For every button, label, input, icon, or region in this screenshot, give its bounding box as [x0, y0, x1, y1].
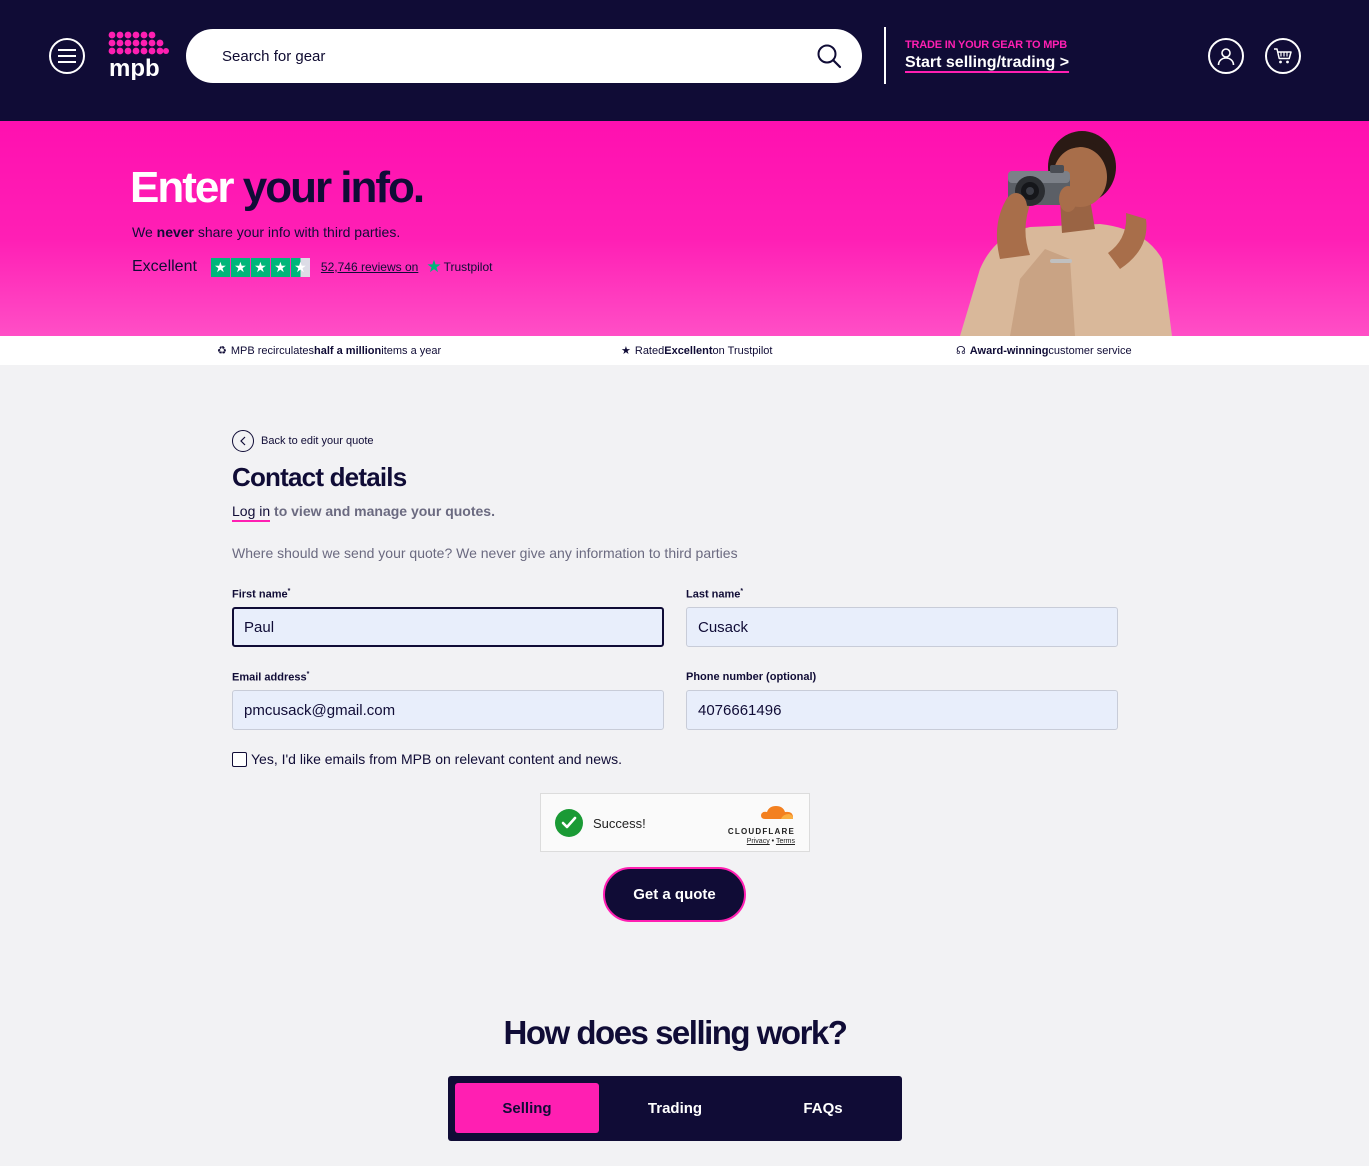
first-name-label-text: First name — [232, 588, 288, 601]
hero-title-dark: your info. — [242, 163, 425, 212]
marketing-checkbox-label[interactable]: Yes, I'd like emails from MPB on relevan… — [251, 751, 622, 767]
star-icon: ★ — [621, 345, 631, 357]
strip-text-bold: half a million — [314, 344, 382, 357]
hero-sub-emphasis: never — [156, 224, 194, 240]
strip-text: on Trustpilot — [712, 344, 773, 357]
strip-text-bold: Award-winning — [969, 344, 1049, 357]
trustpilot-widget[interactable]: Excellent ★ ★ ★ ★ ★ 52,746 reviews on ★ T… — [132, 255, 492, 279]
last-name-field[interactable] — [686, 607, 1118, 647]
tab-selling[interactable]: Selling — [455, 1083, 599, 1133]
last-name-label: Last name* — [686, 588, 743, 601]
phone-field[interactable] — [686, 690, 1118, 730]
last-name-label-text: Last name — [686, 588, 741, 601]
recycle-icon: ♻ — [217, 345, 227, 357]
strip-text-bold: Excellent — [664, 344, 713, 357]
search-bar — [186, 29, 862, 83]
strip-item-trustpilot: ★ Rated Excellent on Trustpilot — [621, 344, 773, 358]
strip-text: items a year — [381, 344, 442, 357]
marketing-opt-in: Yes, I'd like emails from MPB on relevan… — [232, 751, 622, 767]
strip-item-recirculation: ♻ MPB recirculates half a million items a… — [217, 344, 442, 358]
trustpilot-stars: ★ ★ ★ ★ ★ — [210, 257, 311, 277]
form-intro: Where should we send your quote? We neve… — [232, 545, 738, 561]
cloudflare-captcha: Success! CLOUDFLARE Privacy • Terms — [540, 793, 810, 852]
cart-button[interactable] — [1265, 38, 1301, 74]
tab-faqs[interactable]: FAQs — [751, 1083, 895, 1133]
header-divider — [884, 27, 886, 84]
strip-text: MPB recirculates — [230, 344, 315, 357]
benefits-strip: ♻ MPB recirculates half a million items a… — [0, 336, 1369, 365]
trustpilot-brand: Trustpilot — [443, 260, 493, 274]
cloud-icon — [761, 806, 793, 819]
search-input[interactable] — [222, 29, 802, 83]
success-check-icon — [555, 809, 583, 837]
strip-item-service: ☊ Award-winning customer service — [956, 344, 1132, 358]
required-mark: * — [306, 671, 310, 678]
tab-trading[interactable]: Trading — [603, 1083, 747, 1133]
link-separator: • — [771, 838, 775, 845]
trustpilot-logo: ★ Trustpilot — [426, 257, 492, 277]
star-icon: ★ — [210, 257, 230, 277]
hero-subtitle: We never share your info with third part… — [132, 224, 400, 240]
captcha-links: Privacy • Terms — [725, 838, 795, 845]
hero-sub-text-end: share your info with third parties. — [194, 224, 401, 240]
first-name-field[interactable] — [232, 607, 664, 647]
captcha-status: Success! — [593, 816, 646, 831]
star-icon: ★ — [250, 257, 270, 277]
start-selling-link[interactable]: Start selling/trading > — [905, 54, 1069, 72]
terms-link[interactable]: Terms — [776, 838, 795, 845]
cloudflare-brand: CLOUDFLARE — [727, 827, 795, 836]
first-name-label: First name* — [232, 588, 290, 601]
back-to-quote-link[interactable]: Back to edit your quote — [232, 430, 374, 452]
how-selling-works-title: How does selling work? — [503, 1014, 848, 1051]
account-button[interactable] — [1208, 38, 1244, 74]
required-mark: * — [287, 588, 291, 595]
email-label: Email address* — [232, 671, 309, 684]
trustpilot-rating-label: Excellent — [132, 258, 197, 275]
login-prompt: Log in to view and manage your quotes. — [232, 503, 495, 522]
trustpilot-reviews-link[interactable]: 52,746 reviews on — [321, 260, 418, 274]
menu-button[interactable] — [49, 38, 85, 74]
strip-text: customer service — [1048, 344, 1132, 357]
email-field[interactable] — [232, 690, 664, 730]
contact-details-title: Contact details — [232, 462, 407, 492]
mpb-logo-mark: mpb — [108, 31, 169, 82]
search-icon[interactable] — [816, 43, 842, 69]
email-label-text: Email address — [232, 671, 307, 684]
half-star-icon: ★ — [290, 257, 310, 277]
trustpilot-star-icon: ★ — [426, 257, 442, 276]
chevron-left-icon — [232, 430, 254, 452]
privacy-link[interactable]: Privacy — [747, 838, 770, 845]
back-label: Back to edit your quote — [261, 435, 374, 447]
login-link[interactable]: Log in — [232, 503, 271, 522]
star-icon: ★ — [230, 257, 250, 277]
top-navigation-bar: mpb TRADE IN YOUR GEAR TO MPB Start sell… — [0, 0, 1369, 121]
phone-label: Phone number (optional) — [686, 671, 817, 683]
trade-in-kicker: TRADE IN YOUR GEAR TO MPB — [905, 39, 1068, 51]
mpb-logo[interactable]: mpb — [108, 30, 170, 82]
marketing-checkbox[interactable] — [232, 751, 247, 767]
strip-text: Rated — [634, 344, 665, 357]
user-icon — [1217, 48, 1235, 66]
headset-icon: ☊ — [956, 345, 966, 357]
login-prompt-text: to view and manage your quotes. — [270, 503, 495, 519]
hero-title-white: Enter — [130, 163, 234, 212]
hero-banner: Enter your info. We never share your inf… — [0, 121, 1369, 336]
cart-icon — [1274, 48, 1292, 64]
hero-sub-text: We — [132, 224, 157, 240]
hero-title: Enter your info. — [130, 163, 425, 213]
hamburger-icon — [58, 49, 76, 63]
photographer-image — [960, 131, 1172, 336]
get-a-quote-button[interactable]: Get a quote — [603, 867, 746, 922]
required-mark: * — [740, 588, 744, 595]
star-icon: ★ — [270, 257, 290, 277]
how-it-works-tabs: Selling Trading FAQs — [448, 1076, 902, 1141]
svg-text:mpb: mpb — [109, 55, 160, 80]
cloudflare-logo: CLOUDFLARE Privacy • Terms — [725, 804, 795, 845]
